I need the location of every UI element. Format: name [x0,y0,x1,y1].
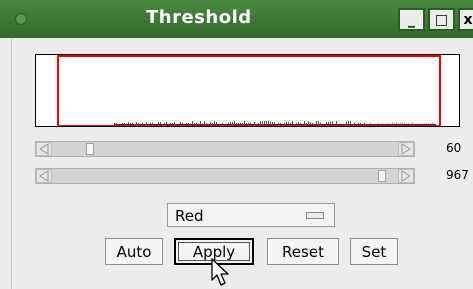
title-bar[interactable]: Threshold _ □ x [0,0,473,38]
min-threshold-slider[interactable] [35,141,415,157]
slider-min-increase[interactable] [398,142,414,156]
set-button[interactable]: Set [350,238,398,265]
slider-max-increase[interactable] [398,169,414,183]
max-threshold-value: 967 [446,168,469,182]
histogram-baseline [114,124,436,125]
minimize-button[interactable]: _ [398,8,425,31]
maximize-button[interactable]: □ [428,8,455,31]
arrow-left-icon [39,143,49,155]
max-threshold-slider[interactable] [35,168,415,184]
minimize-icon: _ [408,11,415,28]
histogram-plot [57,55,441,126]
histogram-bars [114,121,436,125]
slider-max-decrease[interactable] [36,169,52,183]
window-title: Threshold [146,7,252,28]
threshold-window: Threshold _ □ x 60 967 Red Auto Apply Re… [0,0,473,289]
color-mode-selected: Red [175,207,204,225]
auto-button[interactable]: Auto [105,238,163,265]
window-menu-icon[interactable] [15,13,27,25]
arrow-left-icon [39,170,49,182]
maximize-icon: □ [434,11,449,28]
arrow-right-icon [401,170,411,182]
dropdown-indicator-icon [306,212,324,219]
min-threshold-value: 60 [446,141,462,155]
window-border [0,38,12,289]
threshold-range-marker [57,55,441,126]
slider-min-decrease[interactable] [36,142,52,156]
histogram-panel [35,54,460,127]
mouse-pointer-icon [211,258,229,286]
close-icon: x [463,11,473,28]
color-mode-select[interactable]: Red [167,203,335,227]
arrow-right-icon [401,143,411,155]
reset-button[interactable]: Reset [267,238,339,265]
close-button[interactable]: x [458,8,473,31]
min-slider-thumb[interactable] [86,143,94,155]
max-slider-thumb[interactable] [378,170,387,182]
